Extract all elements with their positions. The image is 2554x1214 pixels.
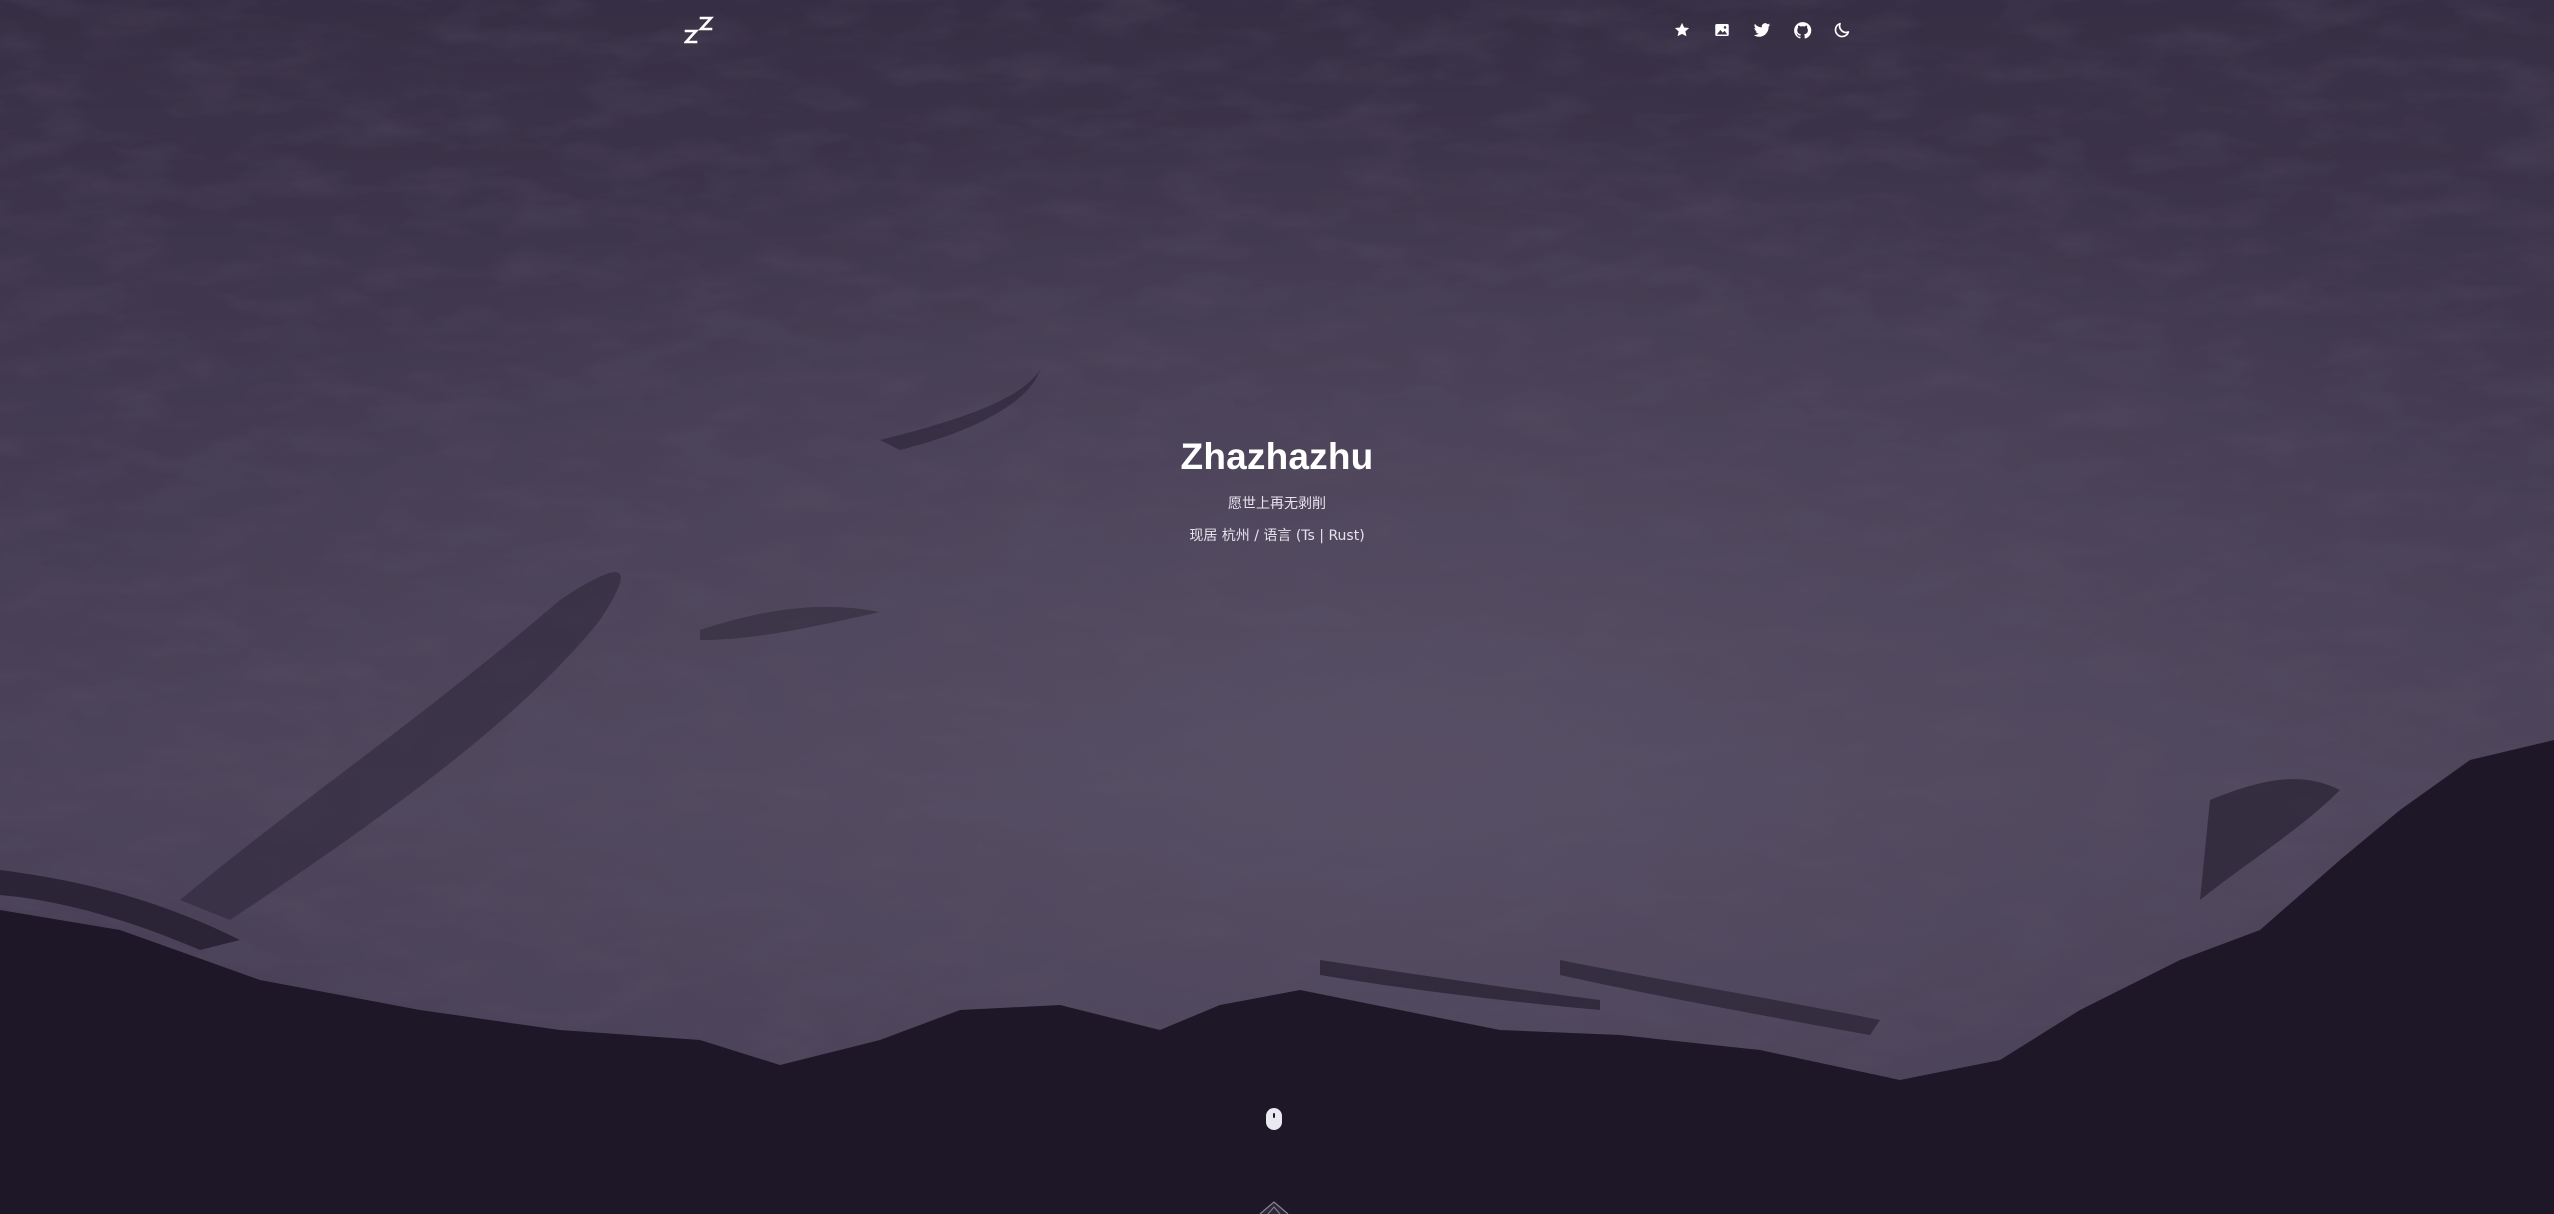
page: Zhazhazhu 愿世上再无剥削 现居 杭州 / 语言 (Ts | Rust): [0, 0, 2554, 1214]
mouse-scroll-wheel: [1273, 1113, 1275, 1118]
mountain-peak-icon[interactable]: [1258, 1198, 1290, 1214]
page-title: Zhazhazhu: [1180, 436, 1374, 477]
star-icon[interactable]: [1670, 18, 1694, 42]
mouse-scroll-icon[interactable]: [1266, 1108, 1282, 1130]
github-icon[interactable]: [1790, 18, 1814, 42]
top-nav: [0, 0, 2554, 60]
twitter-icon[interactable]: [1750, 18, 1774, 42]
hero: Zhazhazhu 愿世上再无剥削 现居 杭州 / 语言 (Ts | Rust): [0, 432, 2554, 546]
nav-icon-bar: [1670, 18, 1854, 42]
image-icon[interactable]: [1710, 18, 1734, 42]
moon-icon[interactable]: [1830, 18, 1854, 42]
background-overlay: [0, 0, 2554, 1214]
zzz-logo-icon[interactable]: [683, 14, 716, 46]
profile-info: 现居 杭州 / 语言 (Ts | Rust): [1189, 528, 1365, 544]
tagline: 愿世上再无剥削: [1228, 496, 1326, 512]
